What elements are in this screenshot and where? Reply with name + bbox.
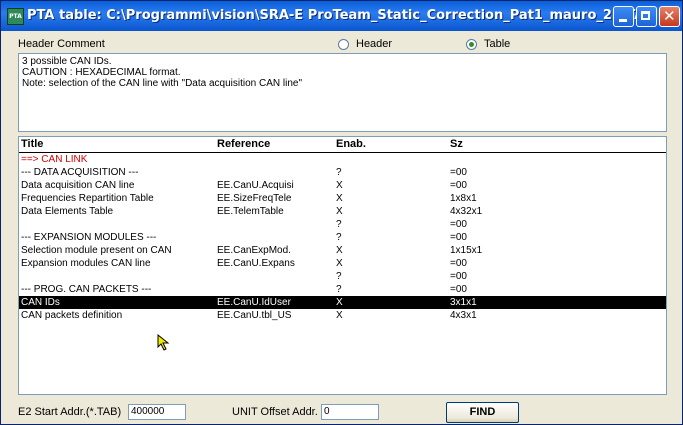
cell-title: Data Elements Table	[21, 206, 114, 217]
minimize-button[interactable]	[613, 6, 634, 27]
table-row[interactable]: Frequencies Repartition Table EE.SizeFreq…	[19, 192, 666, 205]
cell-sz: 4x3x1	[450, 310, 477, 321]
cell-reference: EE.CanU.Acquisi	[217, 180, 294, 191]
table-row[interactable]: Expansion modules CAN line EE.CanU.Expans…	[19, 257, 666, 270]
pta-table-window: PTA PTA table: C:\Programmi\vision\SRA-E…	[0, 0, 683, 425]
maximize-icon	[641, 11, 650, 20]
cell-sz: =00	[450, 180, 467, 191]
cell-title: ==> CAN LINK	[21, 154, 88, 165]
cell-sz: =00	[450, 258, 467, 269]
cell-sz: 3x1x1	[450, 297, 477, 308]
cell-title: Selection module present on CAN	[21, 245, 172, 256]
column-header-enab[interactable]: Enab.	[336, 138, 366, 150]
window-title: PTA table: C:\Programmi\vision\SRA-E Pro…	[27, 8, 645, 23]
table-radio-label[interactable]: Table	[484, 38, 510, 50]
table-row[interactable]: CAN IDs EE.CanU.IdUser X 3x1x1	[19, 296, 666, 309]
cell-title: CAN IDs	[21, 297, 60, 308]
column-header-sz[interactable]: Sz	[450, 138, 463, 150]
cell-title: --- EXPANSION MODULES ---	[21, 232, 157, 243]
cell-enab: ?	[336, 284, 342, 295]
cell-reference: EE.CanU.tbl_US	[217, 310, 292, 321]
cell-title: --- DATA ACQUISITION ---	[21, 167, 139, 178]
table-row[interactable]: --- EXPANSION MODULES ---? =00	[19, 231, 666, 244]
cell-reference: EE.SizeFreqTele	[217, 193, 292, 204]
cell-title: --- PROG. CAN PACKETS ---	[21, 284, 152, 295]
cell-title: Frequencies Repartition Table	[21, 193, 154, 204]
cell-title: CAN packets definition	[21, 310, 123, 321]
cell-sz: =00	[450, 284, 467, 295]
column-header-reference[interactable]: Reference	[217, 138, 270, 150]
find-button[interactable]: FIND	[446, 402, 519, 423]
cell-title: Expansion modules CAN line	[21, 258, 151, 269]
table-row[interactable]: ? =00	[19, 218, 666, 231]
table-row[interactable]: Data acquisition CAN line EE.CanU.Acquisi…	[19, 179, 666, 192]
cell-sz: 1x8x1	[450, 193, 477, 204]
comment-line: CAUTION : HEXADECIMAL format.	[22, 67, 181, 78]
cell-reference: EE.CanU.IdUser	[217, 297, 291, 308]
header-radio[interactable]	[338, 39, 349, 50]
cell-enab: ?	[336, 167, 342, 178]
cell-sz: 4x32x1	[450, 206, 483, 217]
cell-enab: X	[336, 245, 343, 256]
cell-enab: ?	[336, 232, 342, 243]
cell-enab: X	[336, 206, 343, 217]
cell-reference: EE.TelemTable	[217, 206, 284, 217]
minimize-icon	[619, 19, 627, 22]
table-row[interactable]: ? =00	[19, 270, 666, 283]
unit-offset-addr-input[interactable]: 0	[321, 404, 379, 420]
cell-enab: X	[336, 180, 343, 191]
cell-enab: X	[336, 310, 343, 321]
title-bar[interactable]: PTA PTA table: C:\Programmi\vision\SRA-E…	[1, 1, 682, 31]
pta-table[interactable]: Title Reference Enab. Sz ==> CAN LINK ---…	[18, 136, 667, 395]
cell-title: Data acquisition CAN line	[21, 180, 135, 191]
table-radio[interactable]	[466, 39, 477, 50]
e2-start-addr-label: E2 Start Addr.(*.TAB)	[18, 406, 122, 418]
table-row[interactable]: Selection module present on CAN EE.CanExp…	[19, 244, 666, 257]
table-row[interactable]: ==> CAN LINK	[19, 153, 666, 166]
cell-enab: X	[336, 258, 343, 269]
cell-sz: =00	[450, 232, 467, 243]
cell-reference: EE.CanExpMod.	[217, 245, 291, 256]
mouse-pointer-icon	[157, 334, 170, 351]
comment-line: Note: selection of the CAN line with "Da…	[22, 78, 303, 89]
cell-enab: X	[336, 297, 343, 308]
cell-sz: =00	[450, 271, 467, 282]
table-row[interactable]: CAN packets definition EE.CanU.tbl_US X 4x3…	[19, 309, 666, 322]
header-comment-label: Header Comment	[18, 38, 105, 50]
e2-start-addr-input[interactable]: 400000	[128, 404, 186, 420]
table-header: Title Reference Enab. Sz	[19, 137, 666, 153]
cell-sz: =00	[450, 219, 467, 230]
header-comment-textarea[interactable]: 3 possible CAN IDs. CAUTION : HEXADECIMA…	[18, 53, 667, 132]
maximize-button[interactable]	[636, 6, 657, 27]
close-icon: ✕	[663, 7, 676, 25]
comment-line: 3 possible CAN IDs.	[22, 56, 112, 67]
app-icon: PTA	[7, 8, 24, 25]
table-row[interactable]: --- DATA ACQUISITION ---? =00	[19, 166, 666, 179]
column-header-title[interactable]: Title	[21, 138, 43, 150]
table-row[interactable]: --- PROG. CAN PACKETS ---? =00	[19, 283, 666, 296]
cell-reference: EE.CanU.Expans	[217, 258, 295, 269]
unit-offset-addr-label: UNIT Offset Addr.	[232, 406, 318, 418]
table-row[interactable]: Data Elements Table EE.TelemTable X 4x32x1	[19, 205, 666, 218]
cell-enab: X	[336, 193, 343, 204]
cell-enab: ?	[336, 219, 342, 230]
header-radio-label[interactable]: Header	[356, 38, 392, 50]
cell-sz: 1x15x1	[450, 245, 483, 256]
cell-enab: ?	[336, 271, 342, 282]
cell-sz: =00	[450, 167, 467, 178]
close-button[interactable]: ✕	[659, 6, 680, 27]
